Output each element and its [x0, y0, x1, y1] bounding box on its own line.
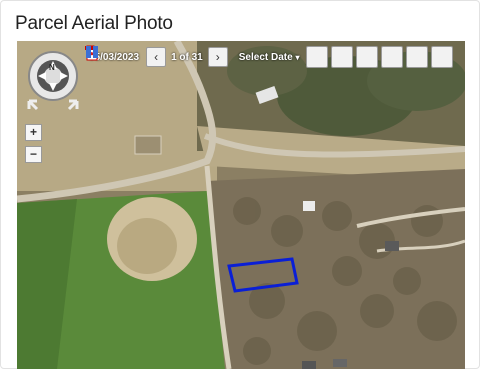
compass-north-label: N: [49, 63, 55, 72]
image-pager: 1 of 31: [171, 51, 203, 63]
select-date-dropdown[interactable]: Select Date ▾: [231, 52, 304, 63]
next-image-button[interactable]: ›: [207, 47, 228, 67]
split-view-button[interactable]: [86, 46, 454, 68]
zoom-out-button[interactable]: −: [25, 146, 42, 163]
aerial-map[interactable]: N + − 05/03/2023 ‹ 1 of 31 › Select Date…: [17, 41, 465, 369]
pdf-export-button[interactable]: [85, 45, 429, 68]
structure: [134, 135, 162, 155]
card-title: Parcel Aerial Photo: [15, 13, 173, 34]
columns-icon: [86, 46, 98, 58]
map-toolbar: 05/03/2023 ‹ 1 of 31 › Select Date ▾: [85, 45, 454, 69]
select-date-label: Select Date: [238, 51, 293, 63]
zoom-in-button[interactable]: +: [25, 124, 42, 141]
measure-tools-button[interactable]: [86, 46, 354, 68]
layers-button[interactable]: [86, 46, 329, 68]
compass-icon: [27, 51, 79, 111]
compass-control[interactable]: N: [23, 47, 83, 113]
previous-image-button[interactable]: ‹: [146, 47, 167, 67]
aerial-imagery: [17, 41, 465, 369]
building: [303, 201, 315, 211]
chevron-down-icon: ▾: [295, 52, 300, 62]
clear-button[interactable]: [86, 46, 404, 68]
parcel-aerial-card: Parcel Aerial Photo N + − 05/03/2023 ‹ 1…: [0, 0, 480, 369]
pin-button[interactable]: [89, 46, 379, 68]
